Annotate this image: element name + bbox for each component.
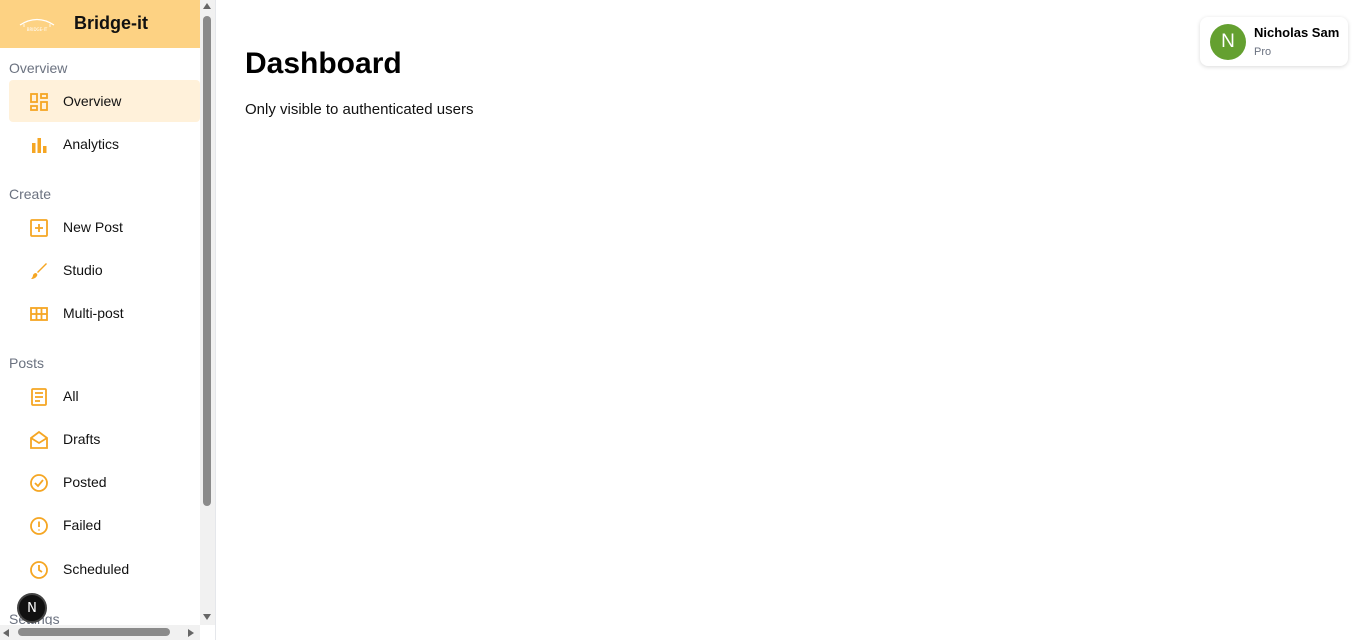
scroll-up-arrow-icon[interactable] — [203, 3, 211, 9]
bar-chart-icon — [32, 138, 47, 153]
sidebar-item-label: Scheduled — [63, 561, 130, 577]
open-mail-icon — [30, 430, 48, 449]
section-label-overview: Overview — [9, 60, 68, 76]
alert-circle-icon — [30, 517, 48, 535]
sidebar-item-label: Analytics — [63, 136, 120, 152]
sidebar-item-overview[interactable]: Overview — [9, 80, 200, 122]
logo-icon: BRIDGE-IT — [19, 18, 55, 32]
sidebar-item-label: All — [63, 388, 79, 404]
avatar: N — [1210, 24, 1246, 60]
check-circle-icon — [30, 474, 48, 492]
document-list-icon — [31, 388, 47, 406]
brand-header[interactable]: BRIDGE-IT Bridge-it — [0, 0, 200, 48]
sidebar-item-analytics[interactable]: Analytics — [9, 123, 200, 165]
brand-title: Bridge-it — [74, 13, 148, 33]
sidebar-item-label: Multi-post — [63, 305, 124, 321]
sidebar-item-posted[interactable]: Posted — [9, 461, 200, 503]
user-profile-card[interactable]: N Nicholas Sam Pro — [1200, 17, 1348, 66]
sidebar-item-label: Overview — [63, 93, 122, 109]
brush-icon — [31, 263, 47, 279]
page-title: Dashboard — [245, 47, 402, 80]
scrollbar-thumb[interactable] — [18, 628, 170, 636]
sidebar-horizontal-scrollbar[interactable] — [0, 625, 200, 640]
grid-icon — [30, 93, 48, 111]
clock-icon — [30, 561, 48, 579]
logo-text: BRIDGE-IT — [27, 27, 48, 32]
sidebar-item-new-post[interactable]: New Post — [9, 206, 200, 248]
sidebar: BRIDGE-IT Bridge-it Overview Overview An… — [0, 0, 216, 640]
section-label-posts: Posts — [9, 355, 45, 371]
sidebar-item-label: New Post — [63, 219, 123, 235]
sidebar-item-multi-post[interactable]: Multi-post — [9, 292, 200, 334]
sidebar-item-scheduled[interactable]: Scheduled — [9, 548, 200, 590]
user-name: Nicholas Sam — [1254, 25, 1340, 40]
scroll-down-arrow-icon[interactable] — [203, 614, 211, 620]
sidebar-vertical-scrollbar[interactable] — [200, 0, 215, 625]
page-subtitle: Only visible to authenticated users — [245, 101, 474, 118]
scroll-left-arrow-icon[interactable] — [3, 629, 9, 637]
sidebar-item-drafts[interactable]: Drafts — [9, 418, 200, 460]
table-icon — [30, 307, 48, 321]
sidebar-item-studio[interactable]: Studio — [9, 249, 200, 291]
sidebar-item-label: Posted — [63, 474, 107, 490]
dev-indicator-badge[interactable]: N — [17, 593, 47, 623]
sidebar-item-label: Studio — [63, 262, 103, 278]
sidebar-item-label: Failed — [63, 517, 102, 533]
scrollbar-thumb[interactable] — [203, 16, 211, 506]
sidebar-item-all[interactable]: All — [9, 375, 200, 417]
user-plan-badge: Pro — [1254, 46, 1272, 58]
sidebar-item-failed[interactable]: Failed — [9, 504, 200, 546]
scroll-right-arrow-icon[interactable] — [188, 629, 194, 637]
section-label-create: Create — [9, 186, 52, 202]
sidebar-item-label: Drafts — [63, 431, 101, 447]
plus-square-icon — [30, 219, 48, 237]
